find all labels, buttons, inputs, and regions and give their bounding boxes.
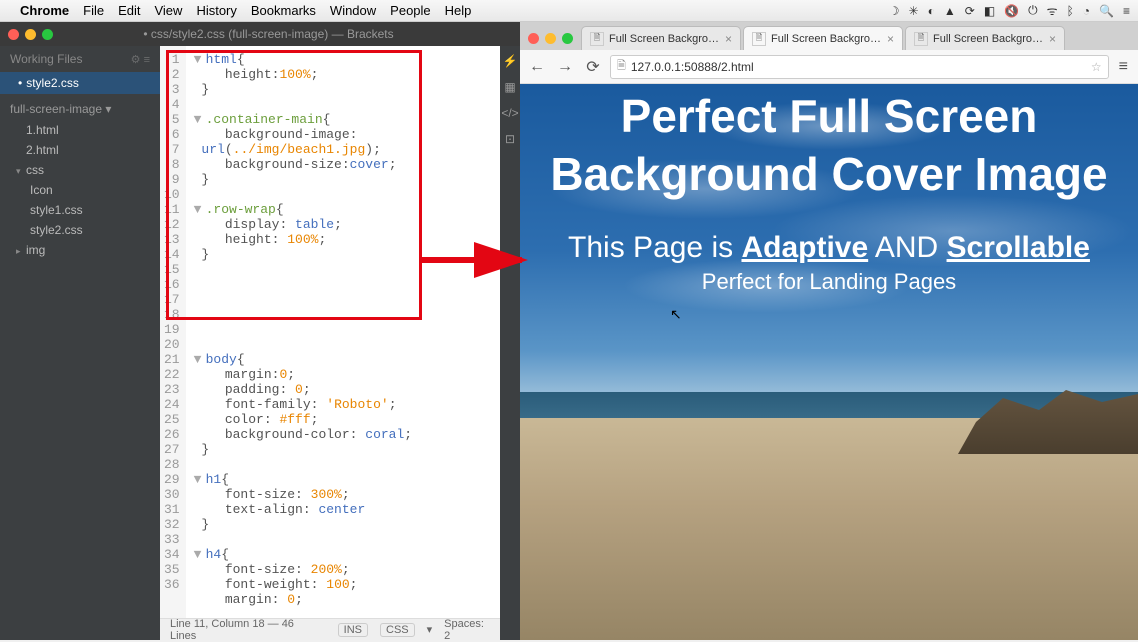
menu-icon[interactable]: ≡: [1119, 58, 1128, 76]
chevron-down-icon: ▾: [16, 166, 26, 177]
window-minimize-icon[interactable]: [545, 33, 556, 44]
close-icon[interactable]: ×: [887, 32, 894, 46]
brackets-sidebar: Working Files ⚙ ≡ •style2.css full-scree…: [0, 46, 160, 640]
adaptive-link[interactable]: Adaptive: [741, 231, 868, 264]
tree-item[interactable]: style2.css: [0, 220, 160, 240]
code-content[interactable]: ▼html{ height:100%; } ▼.container-main{ …: [186, 46, 420, 618]
menu-history[interactable]: History: [196, 3, 236, 18]
bookmark-star-icon[interactable]: ☆: [1091, 60, 1102, 74]
page-tagline: Perfect for Landing Pages: [520, 269, 1138, 295]
window-close-icon[interactable]: [8, 29, 19, 40]
back-button[interactable]: ←: [526, 58, 548, 76]
menu-file[interactable]: File: [83, 3, 104, 18]
status-icon[interactable]: ◧: [984, 4, 995, 18]
chevron-right-icon: ▸: [16, 246, 26, 257]
page-heading: Perfect Full ScreenBackground Cover Imag…: [520, 88, 1138, 203]
menu-edit[interactable]: Edit: [118, 3, 140, 18]
browser-toolbar: ← → ⟳ 🗎 127.0.0.1:50888/2.html ☆ ≡: [520, 50, 1138, 84]
tree-item[interactable]: style1.css: [0, 200, 160, 220]
extension-icon[interactable]: ▦: [504, 80, 515, 94]
status-icon[interactable]: ☽: [889, 4, 900, 18]
window-title: • css/style2.css (full-screen-image) — B…: [25, 27, 512, 41]
scrollable-link[interactable]: Scrollable: [947, 231, 1090, 264]
page-icon: 🗎: [617, 57, 626, 76]
browser-tab[interactable]: 🗎Full Screen Background×: [581, 26, 741, 50]
address-bar[interactable]: 🗎 127.0.0.1:50888/2.html ☆: [610, 55, 1109, 79]
window-zoom-icon[interactable]: [562, 33, 573, 44]
reload-button[interactable]: ⟳: [582, 57, 604, 77]
status-icon[interactable]: ◔: [1083, 4, 1090, 18]
menu-view[interactable]: View: [154, 3, 182, 18]
editor-statusbar: Line 11, Column 18 — 46 Lines INS CSS ▾ …: [160, 618, 500, 640]
status-icon[interactable]: ≡: [1123, 4, 1130, 18]
cursor-position: Line 11, Column 18 — 46 Lines: [170, 618, 314, 642]
working-file[interactable]: •style2.css: [0, 72, 160, 94]
url-text: 127.0.0.1:50888/2.html: [631, 60, 754, 74]
working-files-header: Working Files ⚙ ≡: [0, 46, 160, 72]
app-name[interactable]: Chrome: [20, 3, 69, 18]
menu-help[interactable]: Help: [445, 3, 472, 18]
close-icon[interactable]: ×: [725, 32, 732, 46]
chrome-window: 🗎Full Screen Background× 🗎Full Screen Ba…: [520, 22, 1138, 640]
status-icon[interactable]: ▲: [944, 4, 956, 18]
favicon-icon: 🗎: [752, 32, 766, 46]
spaces-setting[interactable]: Spaces: 2: [444, 618, 490, 642]
status-icon[interactable]: ᯤ: [1047, 2, 1058, 19]
layout-icon[interactable]: ⊡: [505, 132, 515, 146]
status-icon[interactable]: ⟳: [965, 4, 975, 18]
live-preview-icon[interactable]: ⚡: [503, 54, 518, 68]
code-editor[interactable]: 1234567891011121314151617181920212223242…: [160, 46, 500, 640]
tree-folder[interactable]: ▸img: [0, 240, 160, 260]
status-icon[interactable]: ◐: [928, 4, 935, 18]
brackets-window: • css/style2.css (full-screen-image) — B…: [0, 22, 520, 640]
cursor-icon: ↖: [670, 306, 682, 323]
code-icon[interactable]: </>: [501, 106, 518, 120]
tree-item[interactable]: Icon: [0, 180, 160, 200]
status-icon[interactable]: ✳: [909, 4, 919, 18]
tree-folder[interactable]: ▾css: [0, 160, 160, 180]
close-icon[interactable]: ×: [1049, 32, 1056, 46]
page-subheading: This Page is Adaptive AND Scrollable: [520, 231, 1138, 265]
language-mode[interactable]: CSS: [380, 623, 415, 637]
status-icon[interactable]: ⏻: [1028, 3, 1038, 18]
menu-bookmarks[interactable]: Bookmarks: [251, 3, 316, 18]
window-close-icon[interactable]: [528, 33, 539, 44]
lint-icon[interactable]: ▾: [427, 623, 433, 636]
brackets-right-toolbar: ⚡ ▦ </> ⊡: [500, 46, 520, 640]
tab-strip: 🗎Full Screen Background× 🗎Full Screen Ba…: [520, 22, 1138, 50]
brackets-titlebar: • css/style2.css (full-screen-image) — B…: [0, 22, 520, 46]
forward-button[interactable]: →: [554, 58, 576, 76]
browser-tab[interactable]: 🗎Full Screen Background×: [905, 26, 1065, 50]
page-content: Perfect Full ScreenBackground Cover Imag…: [520, 84, 1138, 295]
status-icon[interactable]: ᛒ: [1067, 4, 1074, 18]
line-gutter: 1234567891011121314151617181920212223242…: [160, 46, 186, 618]
macos-menubar: Chrome File Edit View History Bookmarks …: [0, 0, 1138, 22]
gear-icon[interactable]: ⚙ ≡: [131, 53, 150, 66]
favicon-icon: 🗎: [914, 32, 928, 46]
tree-item[interactable]: 2.html: [0, 140, 160, 160]
menu-people[interactable]: People: [390, 3, 430, 18]
page-viewport[interactable]: Perfect Full ScreenBackground Cover Imag…: [520, 84, 1138, 640]
menu-window[interactable]: Window: [330, 3, 376, 18]
project-name[interactable]: full-screen-image ▾: [0, 94, 160, 120]
status-icon[interactable]: 🔇: [1004, 4, 1019, 18]
browser-tab[interactable]: 🗎Full Screen Background×: [743, 26, 903, 50]
favicon-icon: 🗎: [590, 32, 604, 46]
tree-item[interactable]: 1.html: [0, 120, 160, 140]
status-icon[interactable]: 🔍: [1099, 4, 1114, 18]
insert-mode[interactable]: INS: [338, 623, 368, 637]
